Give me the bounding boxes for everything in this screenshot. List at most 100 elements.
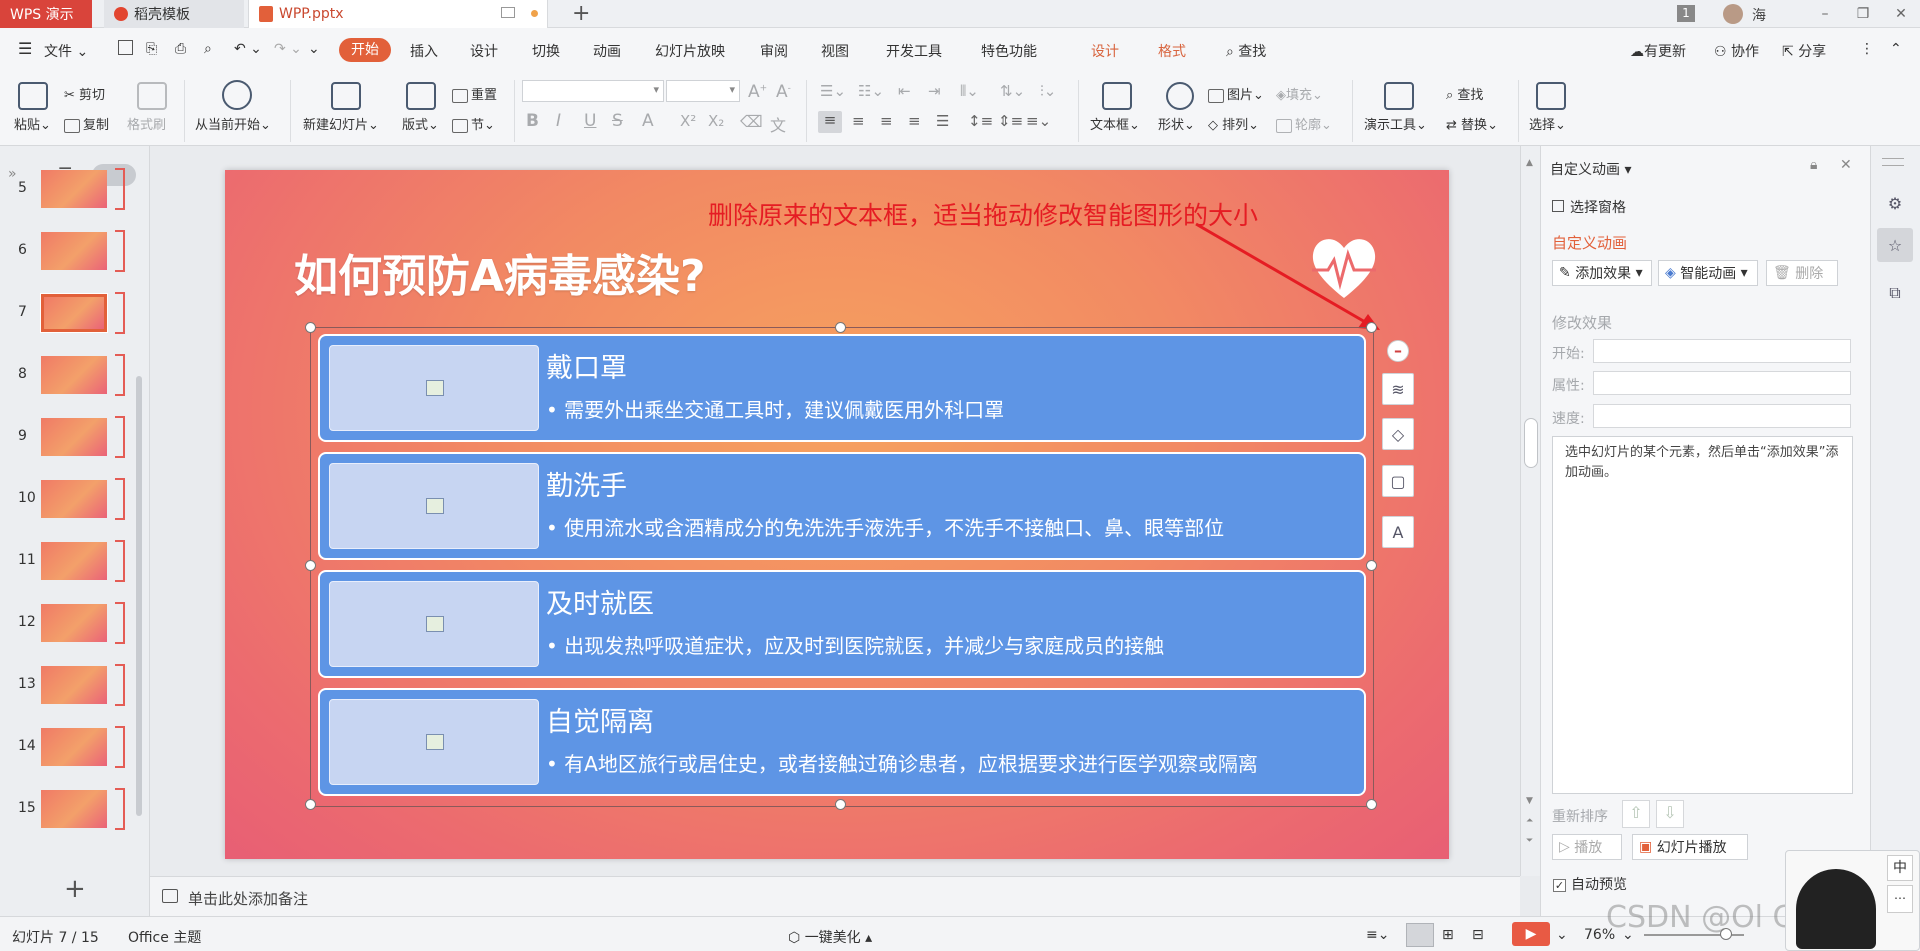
strikethrough-button[interactable]: S: [612, 111, 623, 131]
menu-insert[interactable]: 插入: [410, 41, 438, 61]
slide-thumbnail[interactable]: [41, 170, 107, 208]
eraser-icon[interactable]: ⌫: [740, 112, 763, 131]
tab-wps-app[interactable]: WPS 演示: [0, 0, 92, 28]
animation-star-icon[interactable]: ☆: [1877, 228, 1913, 262]
minimize-icon[interactable]: –: [1814, 4, 1836, 24]
presenter-tools-icon[interactable]: [1384, 82, 1414, 110]
find-button[interactable]: ⌕ 查找: [1446, 84, 1483, 103]
slide-thumbnail[interactable]: [41, 666, 107, 704]
panel-close-icon[interactable]: ✕: [1840, 157, 1852, 173]
copy-button[interactable]: 复制: [64, 114, 109, 133]
notes-bar[interactable]: 单击此处添加备注: [150, 876, 1520, 916]
sorter-view-icon[interactable]: ⊞: [1442, 927, 1454, 943]
auto-preview-checkbox[interactable]: ✓ 自动预览: [1553, 874, 1627, 894]
shape-icon[interactable]: [1166, 82, 1194, 110]
menu-start[interactable]: 开始: [339, 38, 391, 62]
monitor-icon[interactable]: [501, 7, 515, 18]
layers-icon[interactable]: ≋: [1382, 373, 1414, 405]
slide-thumbnail[interactable]: [41, 480, 107, 518]
reset-button[interactable]: 重置: [452, 84, 497, 103]
layout-icon[interactable]: [406, 82, 436, 110]
new-tab-button[interactable]: +: [572, 1, 590, 26]
notes-toggle-icon[interactable]: ≡⌄: [1366, 927, 1389, 943]
reading-view-icon[interactable]: ⊟: [1472, 927, 1484, 943]
collapse-ribbon-icon[interactable]: ⌃: [1890, 41, 1902, 57]
slide-thumbnail[interactable]: [41, 790, 107, 828]
resize-handle[interactable]: [1366, 799, 1377, 810]
properties-icon[interactable]: ⚙: [1877, 186, 1913, 220]
menu-design[interactable]: 设计: [470, 41, 498, 61]
align-icon[interactable]: ⫶⌄: [1040, 82, 1056, 100]
update-button[interactable]: ☁有更新: [1630, 41, 1686, 61]
scroll-down-icon[interactable]: ▼: [1526, 796, 1533, 806]
menu-review[interactable]: 审阅: [760, 41, 788, 61]
smart-animation-button[interactable]: ◈ 智能动画 ▾: [1658, 260, 1758, 286]
ime-widget[interactable]: 中 ⋯: [1785, 850, 1920, 951]
indent-increase-icon[interactable]: ⇥: [928, 82, 941, 100]
picture-button[interactable]: 图片⌄: [1208, 84, 1264, 103]
selection-frame[interactable]: [310, 327, 1374, 807]
print-icon[interactable]: ⎙: [175, 41, 186, 57]
presenter-tools-button[interactable]: 演示工具⌄: [1364, 114, 1427, 133]
share-button[interactable]: ⇱ 分享: [1782, 41, 1826, 61]
fill-button[interactable]: ◈填充⌄: [1276, 84, 1323, 103]
paste-button[interactable]: 粘贴⌄: [14, 114, 51, 133]
align-right-icon[interactable]: ≡: [880, 112, 893, 130]
lock-icon[interactable]: 🔒︎: [1810, 157, 1817, 173]
indent-decrease-icon[interactable]: ⇤: [898, 82, 911, 100]
menu-animation[interactable]: 动画: [593, 41, 621, 61]
line-spacing-icon[interactable]: ↕≡: [968, 112, 993, 130]
format-painter-button[interactable]: 格式刷: [127, 114, 166, 133]
start-select[interactable]: [1593, 339, 1851, 363]
slide-title[interactable]: 如何预防A病毒感染?: [294, 240, 706, 304]
expand-panel-icon[interactable]: »: [8, 166, 17, 182]
text-direction-icon[interactable]: ⇅⌄: [1000, 82, 1025, 100]
align-left-icon[interactable]: ≡: [818, 111, 842, 133]
columns-icon[interactable]: ⫴⌄: [960, 82, 979, 100]
new-slide-button[interactable]: 新建幻灯片⌄: [303, 114, 379, 133]
slide-thumbnail[interactable]: [40, 293, 108, 333]
superscript-button[interactable]: X²: [680, 112, 696, 130]
hamburger-icon[interactable]: ☰: [18, 39, 32, 58]
para-settings-icon[interactable]: ≡⌄: [1026, 112, 1051, 130]
cut-button[interactable]: ✂ 剪切: [64, 84, 105, 103]
tab-template[interactable]: 稻壳模板: [104, 0, 244, 28]
undo-icon[interactable]: ↶ ⌄: [234, 41, 262, 57]
collapse-icon[interactable]: –: [1387, 340, 1409, 362]
resize-handle[interactable]: [1366, 322, 1377, 333]
play-button[interactable]: ▷ 播放: [1552, 834, 1622, 860]
fill-bucket-icon[interactable]: ◇: [1382, 418, 1414, 450]
scroll-up-icon[interactable]: ▲: [1526, 158, 1533, 168]
tab-document[interactable]: WPP.pptx: [248, 0, 548, 28]
slide-transition-icon[interactable]: ⧉: [1877, 276, 1913, 310]
slideshow-dropdown-icon[interactable]: ⌄: [1556, 927, 1568, 943]
normal-view-icon[interactable]: [1406, 923, 1434, 947]
slide-thumbnail[interactable]: [41, 356, 107, 394]
font-color-button[interactable]: A: [642, 111, 654, 131]
slide-thumbnail[interactable]: [41, 728, 107, 766]
grow-font-icon[interactable]: A+: [748, 82, 767, 102]
para-spacing-icon[interactable]: ⇕≡: [998, 112, 1023, 130]
animation-list[interactable]: 选中幻灯片的某个元素，然后单击“添加效果”添加动画。: [1552, 436, 1853, 794]
next-slide-icon[interactable]: ⏷: [1526, 836, 1533, 846]
more-icon[interactable]: ⌄: [308, 41, 320, 57]
move-down-icon[interactable]: ⇩: [1656, 800, 1684, 828]
align-center-icon[interactable]: ≡: [852, 112, 865, 130]
slide-thumbnail[interactable]: [41, 232, 107, 270]
new-slide-icon[interactable]: [331, 82, 361, 110]
save-icon[interactable]: [118, 40, 133, 55]
format-painter-icon[interactable]: [137, 82, 167, 110]
add-effect-button[interactable]: ✎ 添加效果 ▾: [1552, 260, 1652, 286]
menu-slideshow[interactable]: 幻灯片放映: [655, 41, 725, 61]
slide-thumbnail[interactable]: [41, 542, 107, 580]
menu-transition[interactable]: 切换: [532, 41, 560, 61]
ime-more-icon[interactable]: ⋯: [1887, 885, 1913, 913]
distribute-icon[interactable]: ☰: [936, 112, 949, 130]
select-icon[interactable]: [1536, 82, 1566, 110]
ime-mode-button[interactable]: 中: [1887, 855, 1913, 881]
arrange-button[interactable]: ◇ 排列⌄: [1208, 114, 1259, 133]
property-select[interactable]: [1593, 371, 1851, 395]
export-icon[interactable]: ⎘: [146, 41, 157, 57]
layout-button[interactable]: 版式⌄: [402, 114, 439, 133]
numbered-list-icon[interactable]: ☷⌄: [858, 82, 884, 100]
